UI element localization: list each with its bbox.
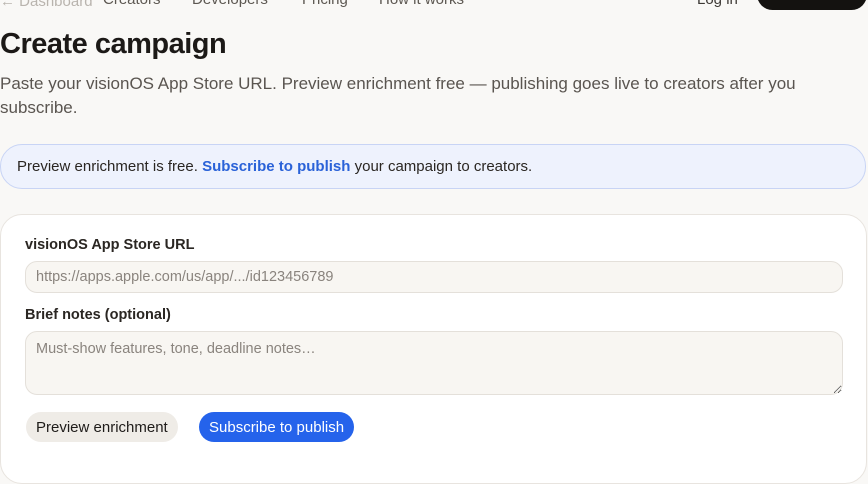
nav-link-developers[interactable]: Developers <box>192 0 268 8</box>
login-link[interactable]: Log in <box>697 0 738 8</box>
nav-link-creators[interactable]: Creators <box>103 0 161 8</box>
banner-text-prefix: Preview enrichment is free. <box>17 158 198 175</box>
url-field-label: visionOS App Store URL <box>25 237 195 253</box>
brief-notes-textarea[interactable] <box>25 331 843 395</box>
top-nav: Creators Developers Pricing How it works… <box>0 0 868 19</box>
nav-link-pricing[interactable]: Pricing <box>302 0 348 8</box>
preview-enrichment-button[interactable]: Preview enrichment <box>26 412 178 442</box>
subscription-banner: Preview enrichment is free. Subscribe to… <box>0 144 866 189</box>
notes-field-label: Brief notes (optional) <box>25 307 171 323</box>
banner-text-suffix: your campaign to creators. <box>354 158 533 175</box>
app-store-url-input[interactable] <box>25 261 843 293</box>
get-started-button[interactable]: Get started <box>757 0 867 10</box>
nav-link-how-it-works[interactable]: How it works <box>379 0 464 8</box>
subscribe-to-publish-button[interactable]: Subscribe to publish <box>199 412 355 442</box>
banner-subscribe-link[interactable]: Subscribe to publish <box>202 158 350 175</box>
back-to-dashboard-link[interactable]: ← Dashboard <box>0 0 93 10</box>
page-title: Create campaign <box>0 28 227 60</box>
page-subtitle: Paste your visionOS App Store URL. Previ… <box>0 74 796 117</box>
